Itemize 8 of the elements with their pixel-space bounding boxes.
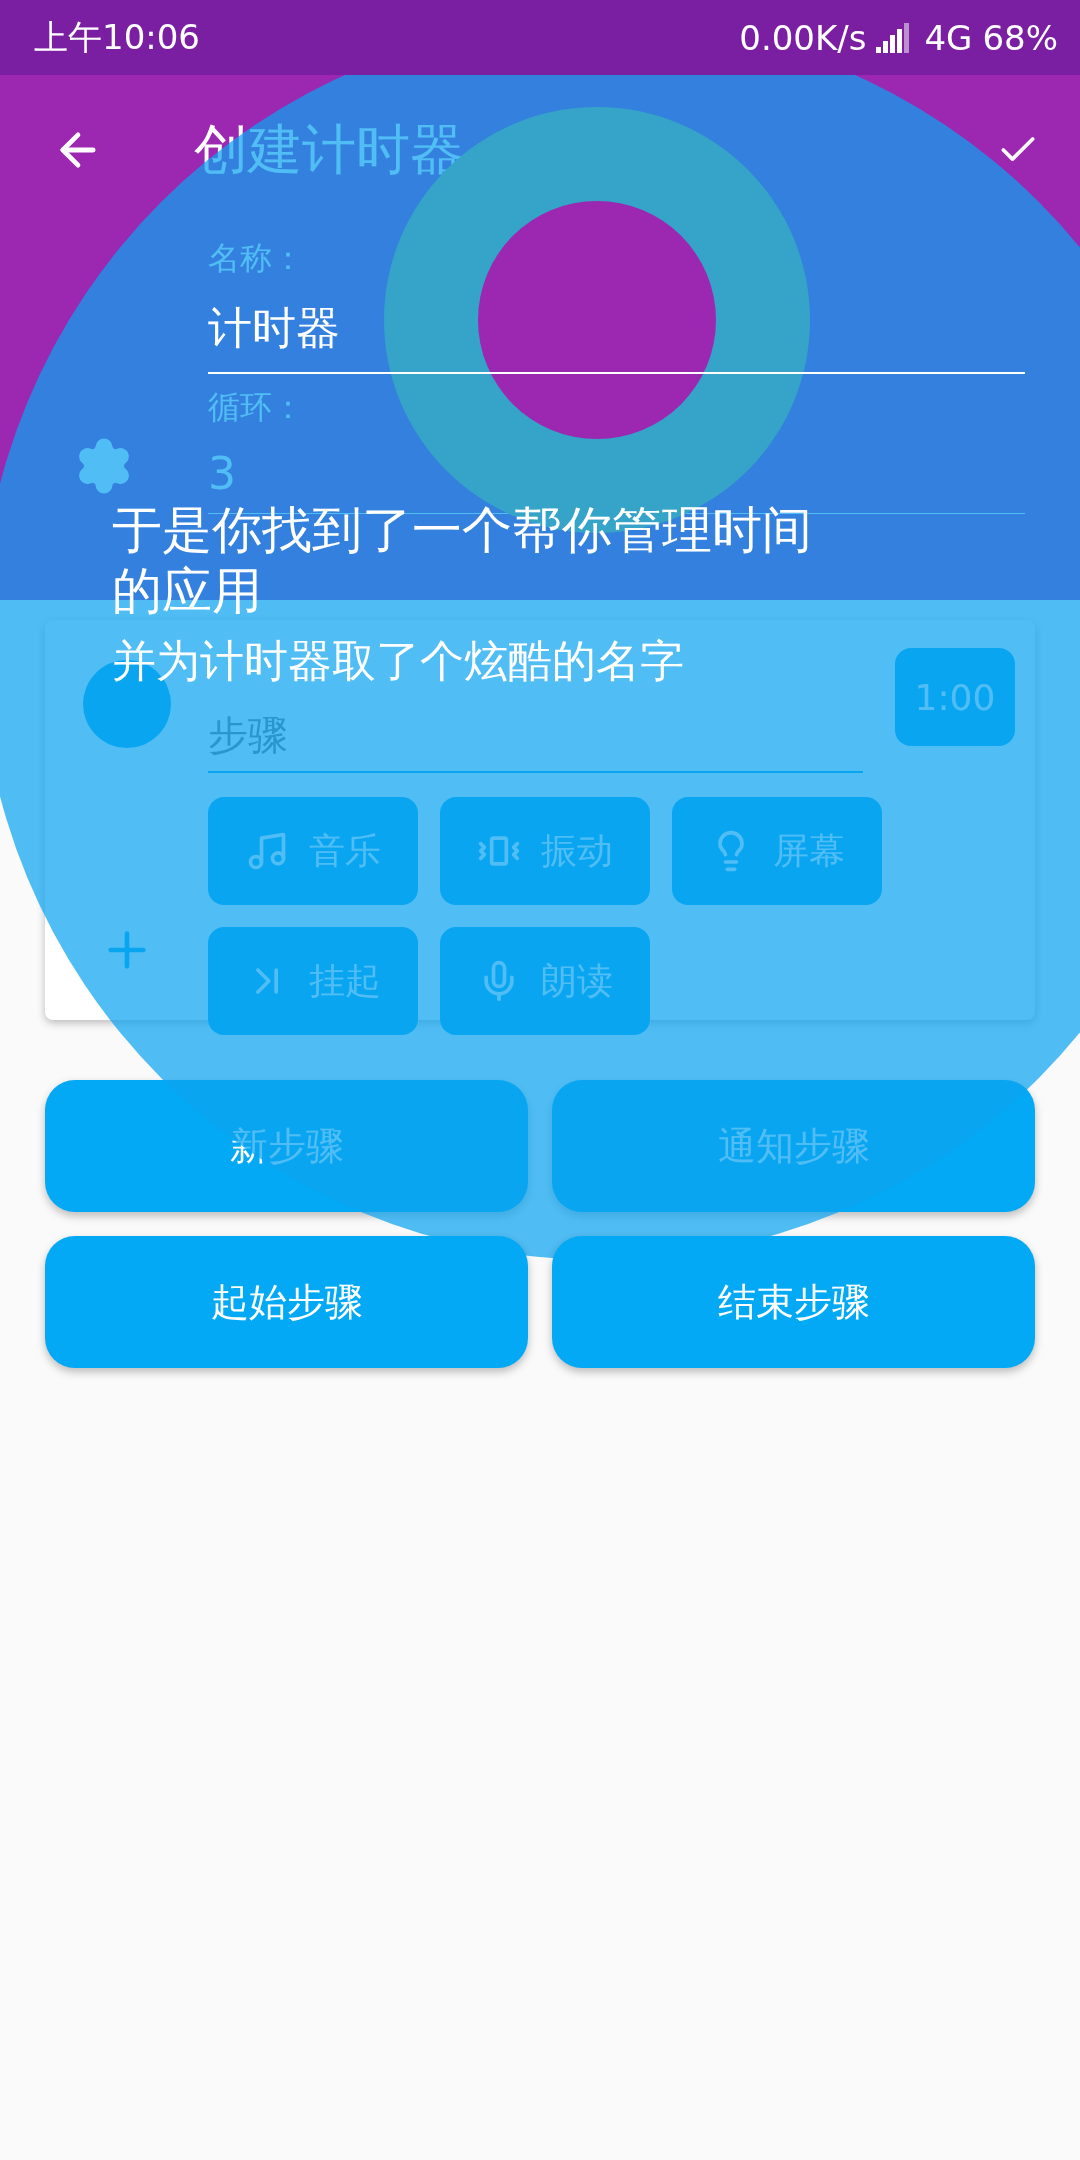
tutorial-subtitle: 并为计时器取了个炫酷的名字 <box>112 634 685 688</box>
status-time: 上午10:06 <box>34 15 200 59</box>
step-button[interactable]: 起始步骤 <box>45 1236 528 1368</box>
network-speed: 0.00K/s <box>739 17 867 58</box>
tutorial-title: 于是你找到了一个帮你管理时间的应用 <box>112 500 813 622</box>
network-type: 4G <box>924 17 973 58</box>
battery-level: 68% <box>982 17 1058 58</box>
step-button[interactable]: 结束步骤 <box>552 1236 1035 1368</box>
